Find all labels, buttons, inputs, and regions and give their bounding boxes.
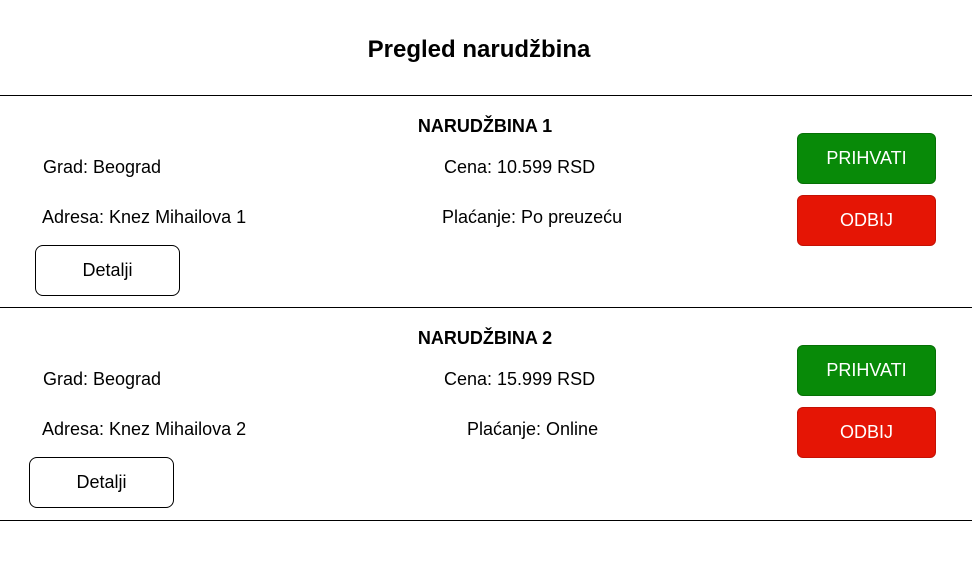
order-city: Grad: Beograd — [43, 157, 162, 177]
order-address: Adresa: Knez Mihailova 1 — [42, 207, 247, 227]
order-city: Grad: Beograd — [43, 369, 162, 389]
accept-button[interactable]: PRIHVATI — [797, 133, 936, 184]
order-payment: Plaćanje: Online — [467, 419, 599, 439]
details-button[interactable]: Detalji — [35, 245, 180, 296]
order-price: Cena: 15.999 RSD — [444, 369, 596, 389]
order-title: NARUDŽBINA 2 — [417, 328, 553, 348]
order-card: NARUDŽBINA 1 Grad: Beograd Adresa: Knez … — [0, 96, 972, 308]
order-price: Cena: 10.599 RSD — [444, 157, 596, 177]
order-card: NARUDŽBINA 2 Grad: Beograd Adresa: Knez … — [0, 308, 972, 520]
page-title: Pregled narudžbina — [367, 36, 591, 63]
divider — [0, 520, 972, 521]
order-address: Adresa: Knez Mihailova 2 — [42, 419, 247, 439]
accept-button[interactable]: PRIHVATI — [797, 345, 936, 396]
reject-button[interactable]: ODBIJ — [797, 407, 936, 458]
order-payment: Plaćanje: Po preuzeću — [442, 207, 623, 227]
reject-button[interactable]: ODBIJ — [797, 195, 936, 246]
order-title: NARUDŽBINA 1 — [417, 116, 553, 136]
details-button[interactable]: Detalji — [29, 457, 174, 508]
